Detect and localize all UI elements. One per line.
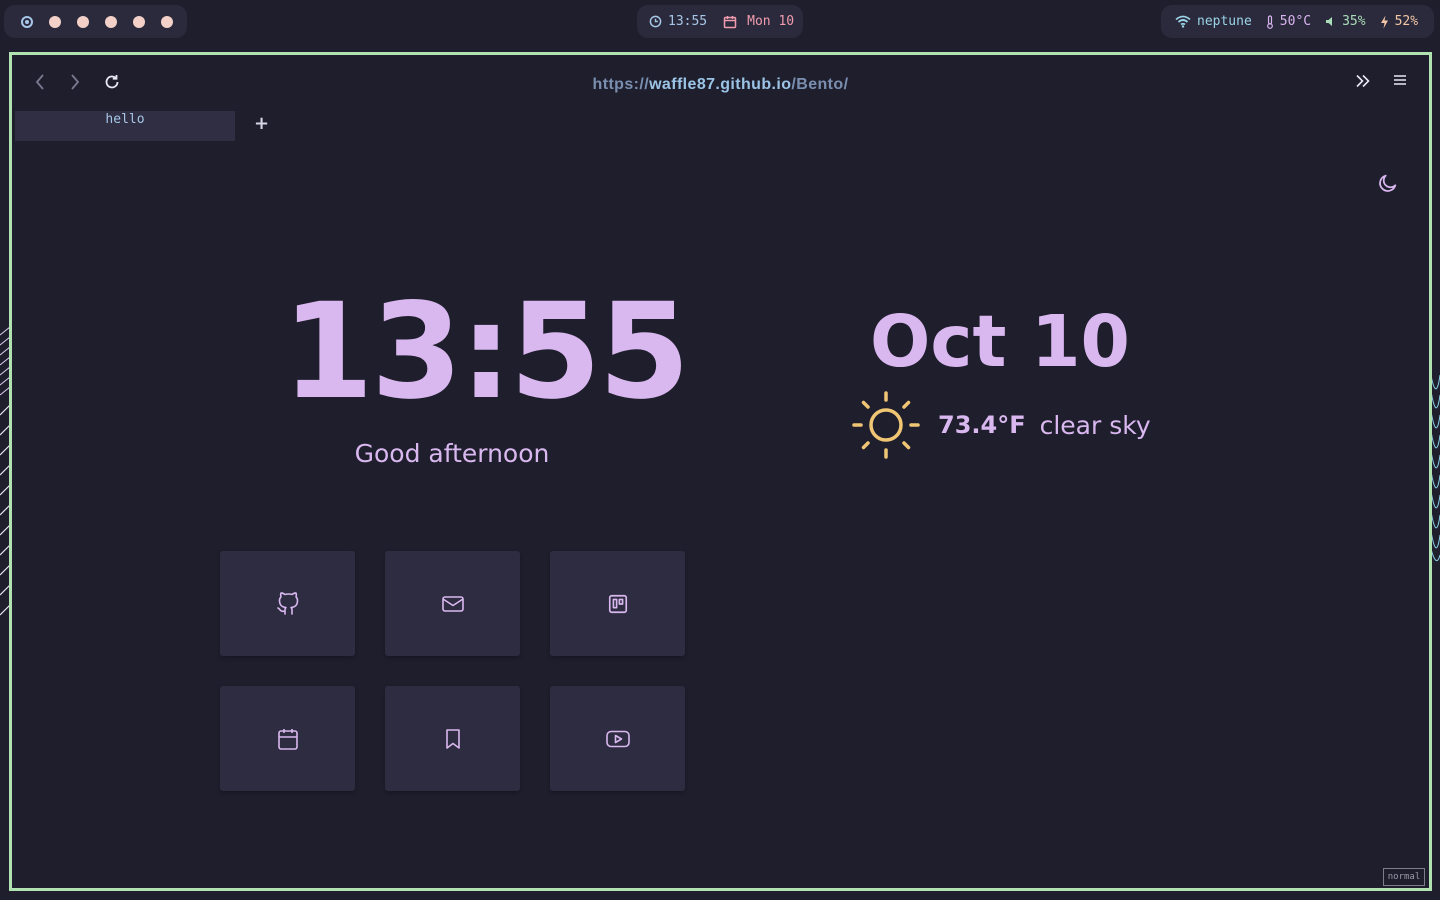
moon-icon xyxy=(1379,174,1397,192)
new-tab-button[interactable]: + xyxy=(254,113,269,134)
weather-temperature: 73.4°F xyxy=(938,411,1026,439)
tab-title: hello xyxy=(105,112,145,127)
calendar-link[interactable] xyxy=(220,686,355,791)
weather-widget: 73.4°F clear sky xyxy=(850,389,1151,461)
calendar-icon xyxy=(723,15,737,28)
clock-icon xyxy=(649,15,662,28)
bar-date: Mon 10 xyxy=(747,14,795,29)
mail-icon xyxy=(441,595,464,612)
volume-icon xyxy=(1326,17,1333,26)
battery-charging-icon xyxy=(1380,15,1388,28)
wifi-icon xyxy=(1175,15,1191,28)
youtube-link[interactable] xyxy=(550,686,685,791)
tab-hello[interactable]: hello xyxy=(15,111,235,141)
url-scheme: https:// xyxy=(592,76,650,93)
address-bar[interactable]: https://waffle87.github.io/Bento/ xyxy=(12,76,1429,94)
github-icon xyxy=(276,591,298,615)
trello-link[interactable] xyxy=(550,551,685,656)
mode-indicator: normal xyxy=(1383,868,1425,886)
extensions-button[interactable] xyxy=(1352,70,1374,92)
weather-description: clear sky xyxy=(1039,410,1151,440)
greeting-text: Good afternoon xyxy=(354,439,550,468)
github-link[interactable] xyxy=(220,551,355,656)
hamburger-menu-icon xyxy=(1394,75,1406,85)
workspace-1[interactable] xyxy=(21,15,33,28)
bookmark-link[interactable] xyxy=(385,686,520,791)
theme-toggle-button[interactable] xyxy=(1377,172,1399,198)
clock-widget: 13:55 Mon 10 xyxy=(637,5,803,38)
page-clock: 13:55 xyxy=(282,275,690,429)
workspace-2[interactable] xyxy=(49,15,61,28)
url-host: waffle87.github.io xyxy=(649,76,792,93)
youtube-icon xyxy=(605,730,630,747)
bar-time: 13:55 xyxy=(668,14,708,29)
double-chevron-right-icon xyxy=(1356,74,1370,88)
browser-window: https://waffle87.github.io/Bento/ hello … xyxy=(9,52,1432,891)
mail-link[interactable] xyxy=(385,551,520,656)
calendar-icon xyxy=(277,728,298,750)
page-date: Oct 10 xyxy=(870,300,1130,383)
battery-level: 52% xyxy=(1394,14,1419,29)
menu-button[interactable] xyxy=(1389,69,1411,91)
network-name: neptune xyxy=(1197,14,1252,29)
system-status: neptune 50°C 35% 52% xyxy=(1161,5,1434,38)
workspace-6[interactable] xyxy=(161,15,173,28)
thermometer-icon xyxy=(1266,14,1273,29)
workspace-4[interactable] xyxy=(105,15,117,28)
volume-level: 35% xyxy=(1342,14,1366,29)
workspace-3[interactable] xyxy=(77,15,89,28)
bookmark-icon xyxy=(445,728,460,749)
workspace-5[interactable] xyxy=(133,15,145,28)
trello-icon xyxy=(608,594,627,613)
sun-icon xyxy=(852,391,920,459)
cpu-temperature: 50°C xyxy=(1279,14,1312,29)
url-path: /Bento/ xyxy=(791,76,849,93)
workspace-indicator xyxy=(4,5,187,38)
